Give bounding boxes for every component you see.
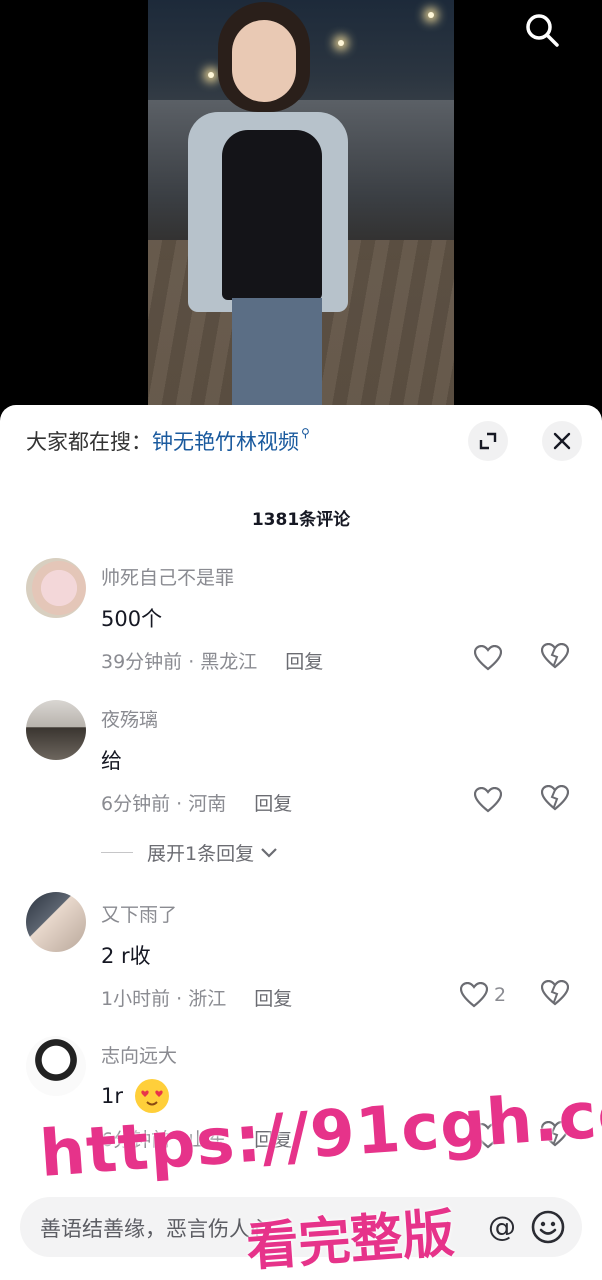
search-icon[interactable]: [524, 12, 560, 48]
expand-divider: [101, 852, 133, 853]
person-jeans: [232, 298, 322, 420]
comment-time-location: 39分钟前 · 黑龙江: [101, 651, 258, 673]
streetlight: [428, 12, 434, 18]
trending-label: 大家都在搜：: [26, 430, 152, 454]
reply-button[interactable]: 回复: [254, 984, 292, 1011]
like-button[interactable]: [474, 643, 504, 673]
comment-username[interactable]: 帅死自己不是罪: [101, 563, 234, 590]
comment-meta: 39分钟前 · 黑龙江 回复: [101, 647, 323, 674]
comment-text: 给: [101, 749, 122, 773]
heart-icon: [474, 787, 502, 813]
trending-search[interactable]: 大家都在搜： 钟无艳竹林视频 ⚲: [26, 425, 310, 457]
like-button[interactable]: [474, 785, 504, 815]
emoji-icon[interactable]: [530, 1209, 566, 1245]
expand-icon: [479, 432, 497, 450]
watermark-text: 看完整版: [244, 1203, 457, 1279]
mention-at-icon[interactable]: @: [484, 1209, 520, 1245]
chevron-down-icon: [261, 847, 277, 858]
comment-input-placeholder[interactable]: 善语结善缘，恶言伤人心: [40, 1213, 271, 1243]
like-button[interactable]: 2: [460, 980, 520, 1010]
heart-icon: [460, 982, 488, 1008]
person-face: [232, 20, 296, 102]
avatar[interactable]: [26, 892, 86, 952]
small-search-icon: ⚲: [301, 426, 310, 440]
avatar[interactable]: [26, 700, 86, 760]
reply-button[interactable]: 回复: [285, 647, 323, 674]
comment-time-location: 6分钟前 · 河南: [101, 793, 227, 815]
comment-time-location: 1小时前 · 浙江: [101, 988, 227, 1010]
close-sheet-button[interactable]: [542, 421, 582, 461]
close-icon: [553, 432, 571, 450]
streetlight: [208, 72, 214, 78]
heart-icon: [474, 645, 502, 671]
comment-meta: 1小时前 · 浙江 回复: [101, 984, 292, 1011]
streetlight: [338, 40, 344, 46]
comment-username[interactable]: 又下雨了: [101, 900, 177, 927]
expand-replies-button[interactable]: 展开1条回复: [101, 839, 278, 866]
video-player[interactable]: [0, 0, 602, 420]
avatar[interactable]: [26, 558, 86, 618]
like-count: 2: [494, 984, 507, 1006]
avatar[interactable]: [26, 1036, 86, 1096]
trending-query-link[interactable]: 钟无艳竹林视频: [152, 426, 299, 456]
comment-text: 500个: [101, 607, 163, 631]
comment-text-row: 1r: [101, 1079, 169, 1113]
comment-meta: 6分钟前 · 河南 回复: [101, 789, 292, 816]
comment-username[interactable]: 夜殇璃: [101, 705, 158, 732]
broken-heart-icon: [540, 784, 570, 811]
video-frame[interactable]: [148, 0, 454, 420]
broken-heart-icon: [540, 979, 570, 1006]
comment-count: 1381条评论: [251, 510, 351, 530]
expand-sheet-button[interactable]: [468, 421, 508, 461]
comment-username[interactable]: 志向远大: [101, 1041, 177, 1068]
reply-button[interactable]: 回复: [254, 789, 292, 816]
expand-replies-label: 展开1条回复: [147, 843, 255, 865]
broken-heart-icon: [540, 642, 570, 669]
dislike-button[interactable]: [540, 979, 571, 1010]
comment-text: 2 r收: [101, 944, 151, 968]
dislike-button[interactable]: [540, 784, 571, 815]
comment-text: 1r: [101, 1084, 123, 1108]
person-top: [222, 130, 322, 300]
heart-eyes-emoji-icon: [135, 1079, 169, 1113]
dislike-button[interactable]: [540, 642, 571, 673]
